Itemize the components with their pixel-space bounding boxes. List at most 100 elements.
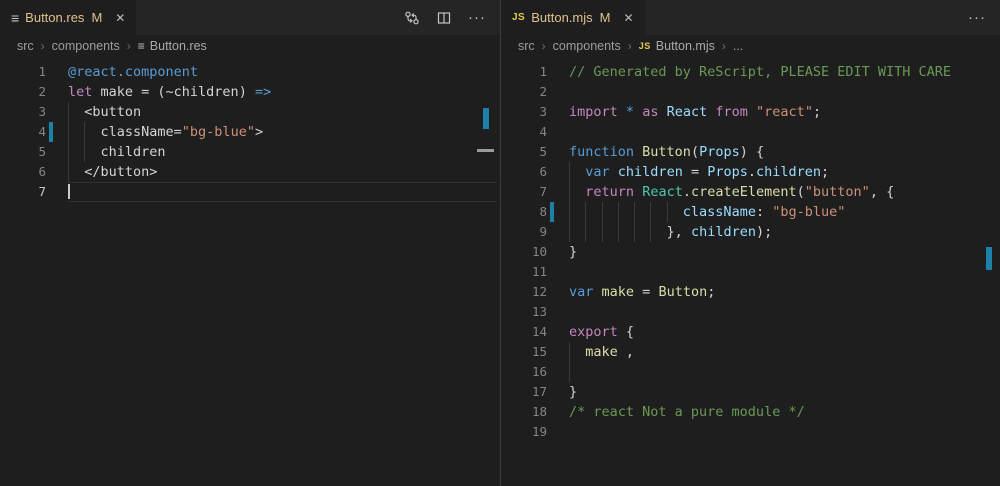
line-number: 2 <box>0 82 46 102</box>
tab-button-res[interactable]: ≡ Button.res M ✕ <box>0 0 136 35</box>
code-line[interactable]: 7 <box>0 182 500 202</box>
tab-strip-right: JS Button.mjs M ✕ ··· <box>501 0 1000 35</box>
breadcrumb-item-src[interactable]: src <box>17 39 34 53</box>
line-number: 5 <box>0 142 46 162</box>
code-line[interactable]: 11 <box>501 262 1000 282</box>
code-text: var make = Button; <box>569 282 997 302</box>
line-number: 6 <box>0 162 46 182</box>
gutter-lane <box>49 62 53 82</box>
more-actions-icon[interactable]: ··· <box>468 9 486 26</box>
breadcrumb-item-file[interactable]: JS Button.mjs <box>639 39 715 53</box>
breadcrumb-item-src[interactable]: src <box>518 39 535 53</box>
gutter-lane <box>49 182 53 202</box>
code-line[interactable]: 1// Generated by ReScript, PLEASE EDIT W… <box>501 62 1000 82</box>
code-text <box>569 362 997 382</box>
close-tab-icon[interactable]: ✕ <box>115 11 125 25</box>
tab-button-mjs[interactable]: JS Button.mjs M ✕ <box>501 0 645 35</box>
chevron-right-icon: › <box>41 39 45 53</box>
indent-guide <box>650 222 651 242</box>
open-changes-icon[interactable] <box>404 10 420 26</box>
gutter-modified-indicator <box>550 202 554 222</box>
code-text: import * as React from "react"; <box>569 102 997 122</box>
breadcrumb-item-components[interactable]: components <box>553 39 621 53</box>
indent-guide <box>68 162 69 182</box>
code-text: make , <box>569 342 997 362</box>
line-number: 15 <box>501 342 547 362</box>
indent-guide <box>84 122 85 142</box>
close-tab-icon[interactable]: ✕ <box>624 11 634 25</box>
javascript-file-icon: JS <box>512 12 525 23</box>
code-text: function Button(Props) { <box>569 142 997 162</box>
breadcrumb-item-components[interactable]: components <box>52 39 120 53</box>
indent-guide <box>68 102 69 122</box>
gutter-lane <box>550 102 554 122</box>
gutter-lane <box>550 302 554 322</box>
code-line[interactable]: 19 <box>501 422 1000 442</box>
gutter-lane <box>550 322 554 342</box>
code-line[interactable]: 2let make = (~children) => <box>0 82 500 102</box>
code-line[interactable]: 16 <box>501 362 1000 382</box>
code-line[interactable]: 5 children <box>0 142 500 162</box>
breadcrumb-item-file[interactable]: ≡ Button.res <box>138 39 207 53</box>
code-line[interactable]: 9 }, children); <box>501 222 1000 242</box>
editor-group-left: ≡ Button.res M ✕ ··· <box>0 0 500 486</box>
breadcrumb-item-more[interactable]: ... <box>733 39 743 53</box>
line-number: 19 <box>501 422 547 442</box>
indent-guide <box>585 222 586 242</box>
code-line[interactable]: 8 className: "bg-blue" <box>501 202 1000 222</box>
code-line[interactable]: 18/* react Not a pure module */ <box>501 402 1000 422</box>
gutter-lane <box>550 382 554 402</box>
code-text: var children = Props.children; <box>569 162 997 182</box>
code-line[interactable]: 4 <box>501 122 1000 142</box>
indent-guide <box>667 202 668 222</box>
line-number: 2 <box>501 82 547 102</box>
code-line[interactable]: 14export { <box>501 322 1000 342</box>
indent-guide <box>569 162 570 182</box>
code-text <box>569 302 997 322</box>
gutter-lane <box>550 122 554 142</box>
code-text: return React.createElement("button", { <box>569 182 997 202</box>
code-text: // Generated by ReScript, PLEASE EDIT WI… <box>569 62 997 82</box>
indent-guide <box>569 202 570 222</box>
line-number: 10 <box>501 242 547 262</box>
editor-toolbar-right: ··· <box>968 0 1000 35</box>
line-number: 7 <box>0 182 46 202</box>
indent-guide <box>68 142 69 162</box>
code-text: <button <box>68 102 497 122</box>
split-editor-icon[interactable] <box>436 10 452 26</box>
code-editor-button-res[interactable]: 1@react.component2let make = (~children)… <box>0 57 500 486</box>
code-text <box>569 82 997 102</box>
gutter-lane <box>550 282 554 302</box>
tab-strip-left: ≡ Button.res M ✕ ··· <box>0 0 500 35</box>
line-number: 12 <box>501 282 547 302</box>
code-line[interactable]: 4 className="bg-blue"> <box>0 122 500 142</box>
indent-guide <box>650 202 651 222</box>
code-line[interactable]: 3 import * as React from "react"; <box>501 102 1000 122</box>
gutter-lane <box>550 82 554 102</box>
more-actions-icon[interactable]: ··· <box>968 9 986 26</box>
gutter-lane <box>550 182 554 202</box>
code-line[interactable]: 6 var children = Props.children; <box>501 162 1000 182</box>
chevron-right-icon: › <box>542 39 546 53</box>
code-editor-button-mjs[interactable]: 1// Generated by ReScript, PLEASE EDIT W… <box>501 57 1000 486</box>
gutter-lane <box>550 362 554 382</box>
code-line[interactable]: 1@react.component <box>0 62 500 82</box>
code-line[interactable]: 17} <box>501 382 1000 402</box>
indent-guide <box>602 222 603 242</box>
code-line[interactable]: 12 var make = Button; <box>501 282 1000 302</box>
code-line[interactable]: 13 <box>501 302 1000 322</box>
code-text: @react.component <box>68 62 497 82</box>
code-line[interactable]: 15 make , <box>501 342 1000 362</box>
code-text: </button> <box>68 162 497 182</box>
code-line[interactable]: 10} <box>501 242 1000 262</box>
code-line[interactable]: 3 <button <box>0 102 500 122</box>
gutter-lane <box>550 402 554 422</box>
code-line[interactable]: 6 </button> <box>0 162 500 182</box>
gutter-lane <box>550 62 554 82</box>
code-line[interactable]: 2 <box>501 82 1000 102</box>
code-line[interactable]: 5function Button(Props) { <box>501 142 1000 162</box>
code-line[interactable]: 7 return React.createElement("button", { <box>501 182 1000 202</box>
breadcrumb-left: src › components › ≡ Button.res <box>0 35 500 57</box>
line-number: 3 <box>501 102 547 122</box>
text-cursor <box>68 184 70 199</box>
